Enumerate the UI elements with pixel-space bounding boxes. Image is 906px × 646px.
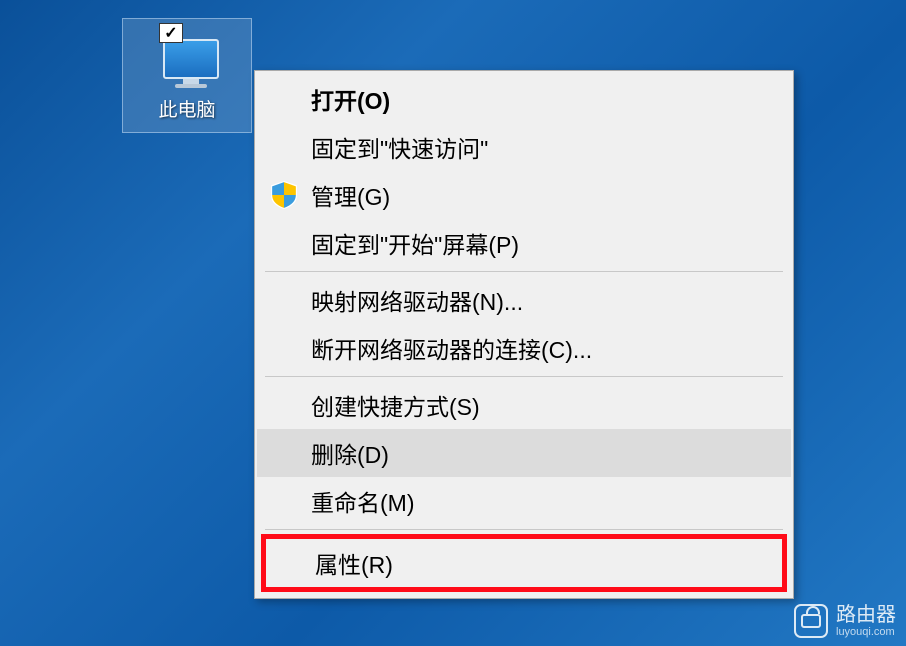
menu-item-create-shortcut[interactable]: 创建快捷方式(S) [257, 381, 791, 429]
menu-separator [265, 376, 783, 377]
context-menu: 打开(O) 固定到"快速访问" 管理(G) 固定到"开始"屏幕(P) 映射网络驱… [254, 70, 794, 599]
menu-item-map-network-drive[interactable]: 映射网络驱动器(N)... [257, 276, 791, 324]
menu-separator [265, 529, 783, 530]
menu-item-rename[interactable]: 重命名(M) [257, 477, 791, 525]
watermark-title: 路由器 [836, 604, 896, 626]
menu-item-delete[interactable]: 删除(D) [257, 429, 791, 477]
shield-icon [271, 181, 297, 209]
monitor-icon [163, 39, 219, 79]
router-icon [794, 604, 828, 638]
menu-item-disconnect-network-drive[interactable]: 断开网络驱动器的连接(C)... [257, 324, 791, 372]
menu-item-label: 管理(G) [311, 178, 390, 212]
menu-item-label: 删除(D) [311, 436, 389, 470]
menu-item-label: 断开网络驱动器的连接(C)... [311, 331, 592, 365]
watermark: 路由器 luyouqi.com [794, 604, 896, 638]
watermark-url: luyouqi.com [836, 626, 896, 638]
menu-separator [265, 271, 783, 272]
watermark-text: 路由器 luyouqi.com [836, 604, 896, 638]
desktop-icon-label: 此电脑 [158, 95, 215, 122]
menu-item-label: 固定到"开始"屏幕(P) [311, 226, 519, 260]
menu-item-label: 属性(R) [315, 546, 393, 580]
menu-item-label: 固定到"快速访问" [311, 130, 488, 164]
menu-item-properties[interactable]: 属性(R) [261, 534, 787, 592]
selection-check-icon [159, 23, 183, 43]
menu-item-label: 映射网络驱动器(N)... [311, 283, 523, 317]
menu-item-label: 创建快捷方式(S) [311, 388, 480, 422]
menu-item-label: 重命名(M) [311, 484, 414, 518]
menu-item-manage[interactable]: 管理(G) [257, 171, 791, 219]
menu-item-pin-quick-access[interactable]: 固定到"快速访问" [257, 123, 791, 171]
desktop-icon-this-pc[interactable]: 此电脑 [122, 18, 252, 133]
this-pc-icon [153, 29, 221, 89]
monitor-base [175, 84, 207, 88]
menu-item-label: 打开(O) [311, 82, 390, 116]
menu-item-pin-start[interactable]: 固定到"开始"屏幕(P) [257, 219, 791, 267]
menu-item-open[interactable]: 打开(O) [257, 75, 791, 123]
